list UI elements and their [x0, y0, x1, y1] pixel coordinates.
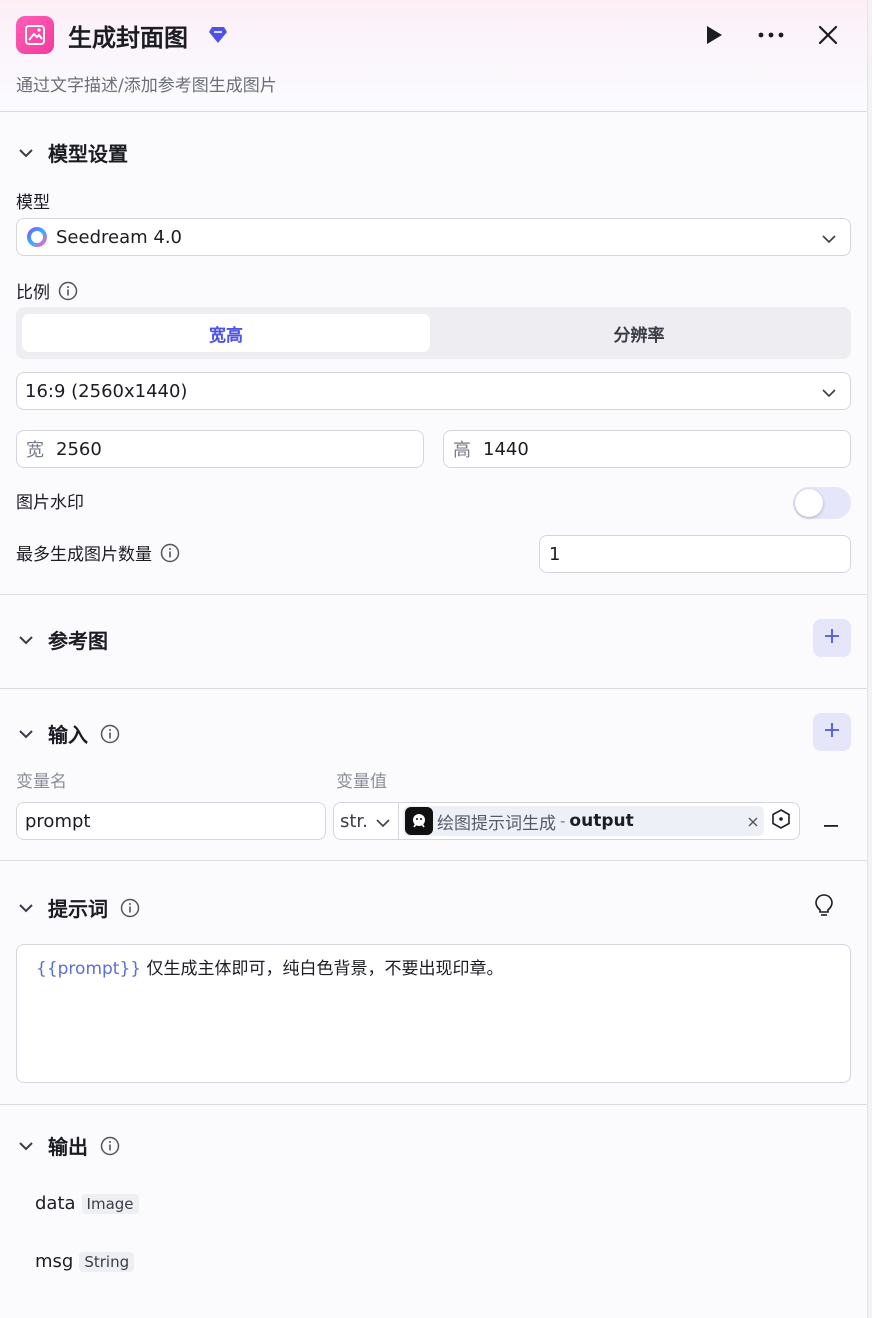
height-value: 1440 — [483, 438, 529, 460]
minus-icon — [824, 812, 838, 831]
type-select[interactable]: str. — [334, 803, 399, 839]
section-title: 输入 — [48, 723, 88, 747]
prompt-variable: {{prompt}} — [36, 959, 142, 979]
chevron-down-icon — [822, 381, 836, 402]
node-config-panel: 生成封面图 通过文字描述/添加参考图生成图片 模型设置 模型 Seedream … — [0, 0, 868, 1318]
add-input-button[interactable] — [813, 713, 851, 751]
plus-icon — [824, 628, 840, 648]
max-images-label-row: 最多生成图片数量 — [16, 540, 180, 565]
info-icon[interactable] — [58, 281, 78, 301]
panel-title: 生成封面图 — [68, 24, 188, 52]
clear-icon[interactable] — [748, 811, 758, 832]
info-icon[interactable] — [100, 724, 120, 744]
reference-section: 参考图 — [0, 595, 867, 689]
ref-field: output — [569, 811, 634, 831]
model-label: 模型 — [16, 193, 50, 213]
width-field[interactable]: 宽 2560 — [16, 430, 424, 468]
info-icon[interactable] — [160, 543, 180, 563]
tab-resolution[interactable]: 分辨率 — [434, 314, 844, 352]
col-value-header: 变量值 — [336, 772, 387, 792]
output-field: msg String — [35, 1251, 135, 1272]
section-title: 参考图 — [48, 629, 108, 653]
ref-sep: - — [560, 812, 566, 830]
output-field: data Image — [35, 1193, 139, 1214]
ratio-tabs: 宽高 分辨率 — [16, 307, 851, 359]
info-icon[interactable] — [100, 1136, 120, 1156]
prompt-section: 提示词 {{prompt}} 仅生成主体即可，纯白色背景，不要出现印章。 — [0, 861, 867, 1105]
ratio-label: 比例 — [16, 283, 50, 303]
plus-icon — [824, 722, 840, 742]
seedream-logo-icon — [26, 226, 48, 248]
chevron-down-icon — [376, 811, 390, 832]
max-images-input[interactable]: 1 — [539, 535, 851, 573]
width-value: 2560 — [56, 438, 102, 460]
chevron-down-icon — [16, 724, 36, 744]
diamond-icon — [208, 26, 228, 48]
output-field-name: data — [35, 1193, 76, 1214]
ratio-label-row: 比例 — [16, 278, 78, 303]
section-title: 输出 — [48, 1135, 88, 1159]
prompt-header[interactable]: 提示词 — [16, 893, 140, 922]
output-type-tag: String — [79, 1251, 135, 1272]
panel-description: 通过文字描述/添加参考图生成图片 — [16, 76, 277, 96]
add-reference-button[interactable] — [813, 619, 851, 657]
type-value: str. — [340, 810, 368, 832]
info-icon[interactable] — [120, 898, 140, 918]
chevron-down-icon — [16, 898, 36, 918]
prompt-editor[interactable]: {{prompt}} 仅生成主体即可，纯白色背景，不要出现印章。 — [16, 944, 851, 1083]
remove-input-button[interactable] — [818, 803, 844, 839]
close-icon[interactable] — [811, 18, 845, 52]
chevron-down-icon — [16, 1136, 36, 1156]
model-settings-section: 模型设置 模型 Seedream 4.0 比例 宽高 分辨率 16:9 (256… — [0, 112, 867, 595]
chevron-down-icon — [16, 630, 36, 650]
chevron-down-icon — [16, 143, 36, 163]
output-header[interactable]: 输出 — [16, 1131, 120, 1160]
lightbulb-icon[interactable] — [813, 893, 837, 917]
tab-width-height[interactable]: 宽高 — [22, 314, 430, 352]
max-images-value: 1 — [549, 543, 561, 565]
variable-value-field: str. 绘图提示词生成 - output — [333, 802, 800, 840]
section-title: 提示词 — [48, 897, 108, 921]
variable-name: prompt — [25, 810, 91, 832]
prompt-text: 仅生成主体即可，纯白色背景，不要出现印章。 — [141, 959, 504, 979]
more-icon[interactable] — [754, 18, 788, 52]
watermark-toggle[interactable] — [793, 487, 851, 519]
play-icon[interactable] — [697, 18, 731, 52]
width-label: 宽 — [26, 440, 44, 461]
inputs-section: 输入 变量名 变量值 prompt str. 绘图提示词生成 - output — [0, 689, 867, 861]
chevron-down-icon — [822, 227, 836, 248]
output-field-name: msg — [35, 1251, 74, 1272]
height-label: 高 — [453, 440, 471, 461]
ratio-value: 16:9 (2560x1440) — [25, 380, 188, 402]
image-generate-icon — [16, 16, 54, 54]
toggle-knob — [795, 489, 823, 517]
panel-header: 生成封面图 通过文字描述/添加参考图生成图片 — [0, 0, 867, 112]
variable-picker-icon[interactable] — [770, 808, 792, 835]
model-settings-header[interactable]: 模型设置 — [16, 138, 128, 167]
ratio-select[interactable]: 16:9 (2560x1440) — [16, 372, 851, 410]
model-select[interactable]: Seedream 4.0 — [16, 218, 851, 256]
height-field[interactable]: 高 1440 — [443, 430, 851, 468]
model-value: Seedream 4.0 — [56, 226, 182, 248]
output-type-tag: Image — [81, 1193, 139, 1214]
max-images-label: 最多生成图片数量 — [16, 545, 152, 565]
inputs-header[interactable]: 输入 — [16, 719, 120, 748]
output-section: 输出 data Image msg String — [0, 1105, 867, 1317]
section-title: 模型设置 — [48, 142, 128, 166]
variable-name-input[interactable]: prompt — [16, 802, 326, 840]
col-name-header: 变量名 — [16, 772, 67, 792]
reference-header[interactable]: 参考图 — [16, 625, 108, 654]
reference-chip[interactable]: 绘图提示词生成 - output — [403, 806, 764, 836]
ref-source: 绘图提示词生成 — [437, 813, 556, 834]
bot-avatar-icon — [405, 807, 433, 835]
watermark-label: 图片水印 — [16, 493, 84, 513]
